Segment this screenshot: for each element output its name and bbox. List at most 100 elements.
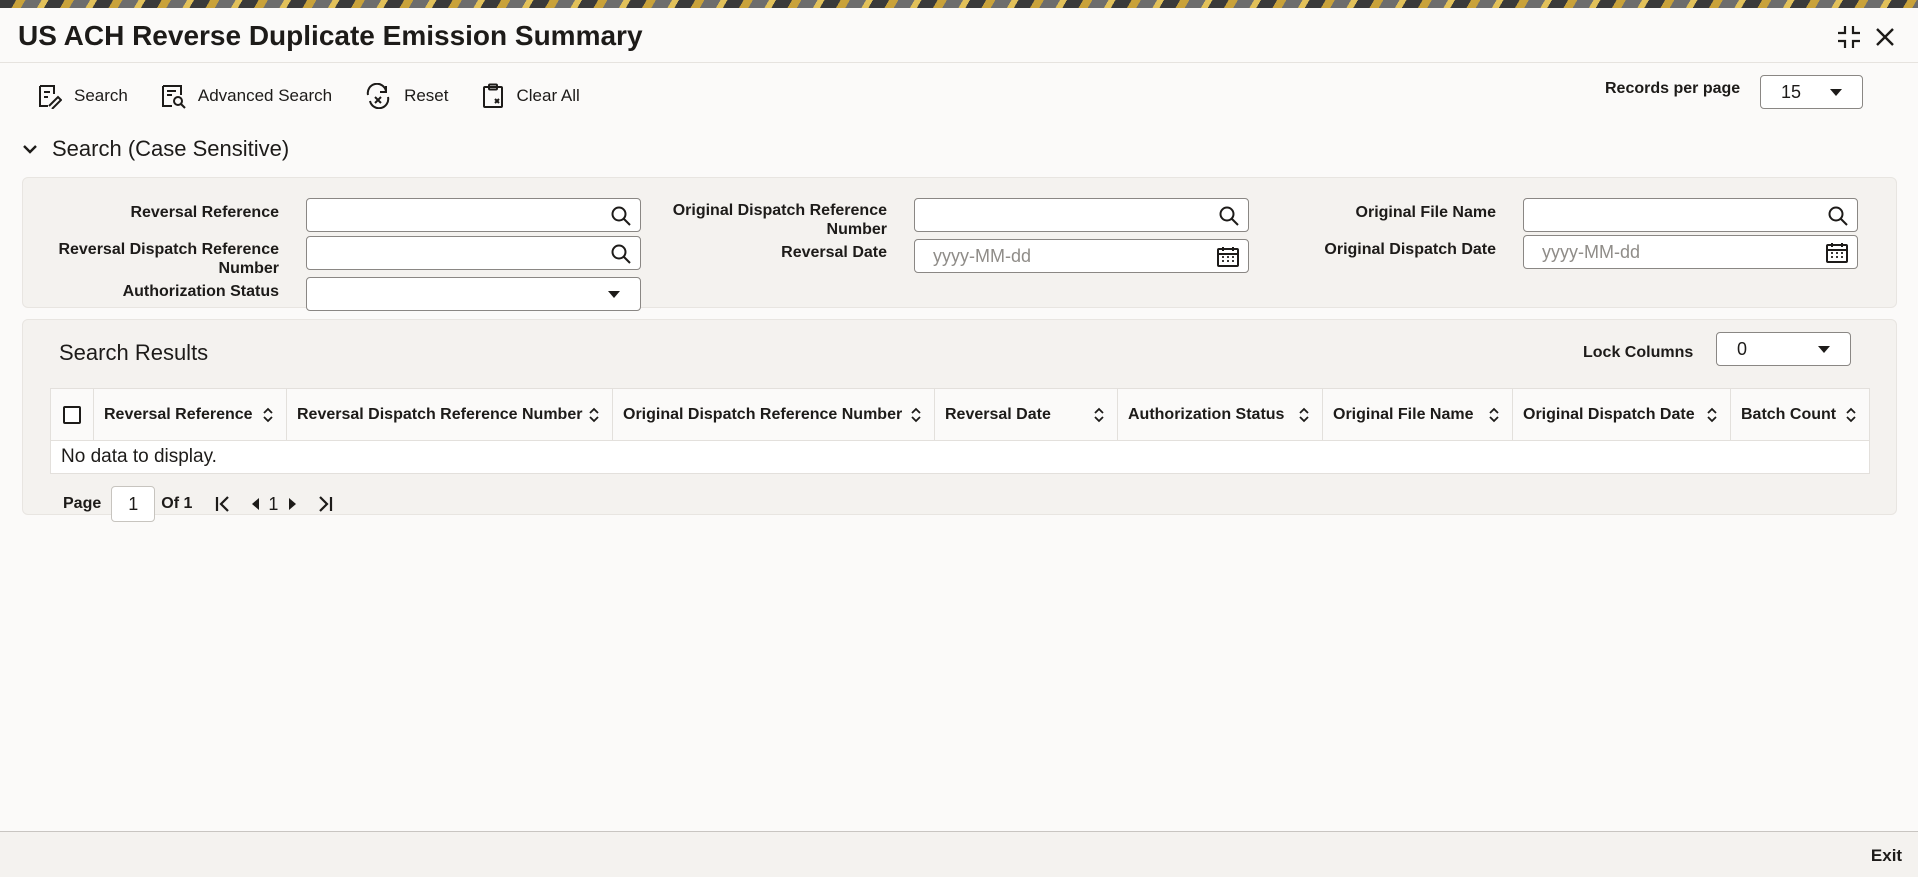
page-label: Page	[63, 495, 102, 512]
column-header-label: Authorization Status	[1128, 405, 1285, 423]
column-header-authorization-status[interactable]: Authorization Status	[1118, 389, 1323, 440]
reversal-date-label: Reversal Date	[781, 244, 887, 261]
column-header-label: Original Dispatch Date	[1523, 405, 1695, 423]
search-icon[interactable]	[610, 243, 632, 270]
original-dispatch-reference-number-text[interactable]	[933, 204, 1193, 226]
window-top-strip	[0, 0, 1918, 8]
results-grid: Reversal Reference Reversal Dispatch Ref…	[50, 388, 1870, 474]
original-dispatch-reference-number-input[interactable]	[914, 198, 1249, 232]
select-all-checkbox[interactable]	[63, 405, 81, 424]
sort-icon[interactable]	[1488, 407, 1500, 423]
reset-label: Reset	[404, 86, 449, 105]
lock-columns-select[interactable]: 0	[1716, 332, 1851, 366]
original-file-name-text[interactable]	[1542, 204, 1802, 226]
records-per-page-select[interactable]: 15	[1760, 75, 1863, 109]
select-all-cell	[51, 389, 94, 440]
original-file-name-label: Original File Name	[1355, 204, 1496, 221]
column-header-batch-count[interactable]: Batch Count	[1731, 389, 1869, 440]
lock-columns-label: Lock Columns	[1583, 344, 1694, 361]
label-line: Original Dispatch Reference	[672, 202, 887, 219]
reversal-dispatch-reference-number-input[interactable]	[306, 236, 641, 270]
advanced-search-button[interactable]: Advanced Search	[160, 83, 332, 109]
sort-icon[interactable]	[1298, 407, 1310, 423]
search-results-title: Search Results	[59, 340, 209, 365]
label-line: Number	[218, 260, 279, 277]
summary-window: US ACH Reverse Duplicate Emission Summar…	[0, 8, 1918, 877]
clear-all-button[interactable]: Clear All	[481, 83, 580, 109]
search-button[interactable]: Search	[36, 83, 128, 109]
reversal-dispatch-reference-number-label: Reversal Dispatch Reference Number	[43, 240, 279, 278]
reset-button[interactable]: Reset	[364, 83, 449, 109]
sort-icon[interactable]	[1093, 407, 1105, 423]
column-header-original-file-name[interactable]: Original File Name	[1323, 389, 1513, 440]
calendar-icon[interactable]	[1216, 246, 1240, 273]
toolbar: Search Advanced Search Reset Clear All	[36, 78, 580, 114]
column-header-label: Original File Name	[1333, 405, 1474, 423]
reversal-reference-text[interactable]	[325, 204, 585, 226]
sort-icon[interactable]	[588, 407, 600, 423]
column-header-original-dispatch-reference-number[interactable]: Original Dispatch Reference Number	[613, 389, 935, 440]
last-page-icon[interactable]	[316, 495, 334, 513]
reversal-dispatch-reference-number-text[interactable]	[325, 242, 585, 264]
sort-icon[interactable]	[1706, 407, 1718, 423]
column-header-label: Original Dispatch Reference Number	[623, 405, 903, 423]
clear-all-label: Clear All	[516, 86, 580, 105]
calendar-icon[interactable]	[1825, 242, 1849, 269]
records-per-page-value: 15	[1781, 81, 1802, 102]
reversal-reference-input[interactable]	[306, 198, 641, 232]
close-icon[interactable]	[1870, 22, 1900, 52]
authorization-status-label: Authorization Status	[122, 283, 279, 300]
search-section-toggle[interactable]: Search (Case Sensitive)	[22, 136, 289, 162]
lock-columns-value: 0	[1737, 338, 1748, 359]
page-title: US ACH Reverse Duplicate Emission Summar…	[18, 20, 643, 51]
search-button-label: Search	[74, 86, 128, 105]
original-dispatch-date-text[interactable]	[1542, 241, 1802, 263]
exit-button[interactable]: Exit	[1855, 841, 1918, 871]
column-header-label: Batch Count	[1741, 405, 1837, 423]
sort-icon[interactable]	[262, 407, 274, 423]
original-file-name-input[interactable]	[1523, 198, 1858, 232]
column-header-reversal-date[interactable]: Reversal Date	[935, 389, 1118, 440]
collapse-icon[interactable]	[1834, 22, 1864, 52]
search-icon[interactable]	[610, 205, 632, 232]
column-header-original-dispatch-date[interactable]: Original Dispatch Date	[1513, 389, 1731, 440]
label-line: Number	[826, 221, 887, 238]
reversal-reference-label: Reversal Reference	[130, 204, 279, 221]
search-icon[interactable]	[1218, 205, 1240, 232]
reversal-date-input[interactable]	[914, 239, 1249, 273]
reset-icon	[366, 83, 390, 109]
records-per-page-label: Records per page	[1605, 80, 1741, 97]
next-page-icon[interactable]	[288, 496, 298, 512]
first-page-icon[interactable]	[214, 495, 232, 513]
sort-icon[interactable]	[1845, 407, 1857, 423]
chevron-down-icon	[1830, 89, 1842, 96]
grid-header-row: Reversal Reference Reversal Dispatch Ref…	[51, 389, 1869, 441]
chevron-down-icon	[1818, 346, 1830, 353]
search-doc-icon	[39, 85, 62, 109]
page-number-input[interactable]: 1	[111, 486, 156, 522]
original-dispatch-date-input[interactable]	[1523, 235, 1858, 269]
search-criteria-panel: Reversal Reference Reversal Dispatch Ref…	[22, 177, 1897, 311]
search-icon[interactable]	[1827, 205, 1849, 232]
clipboard-icon	[482, 83, 503, 108]
footer-bar	[0, 832, 1918, 877]
column-header-label: Reversal Dispatch Reference Number	[297, 405, 583, 423]
column-header-label: Reversal Reference	[104, 405, 253, 423]
sort-icon[interactable]	[910, 407, 922, 423]
title-divider	[0, 62, 1918, 63]
page-indicator: 1	[268, 493, 279, 514]
advanced-search-label: Advanced Search	[197, 86, 333, 105]
column-header-reversal-dispatch-reference-number[interactable]: Reversal Dispatch Reference Number	[287, 389, 613, 440]
search-section-title: Search (Case Sensitive)	[52, 136, 290, 161]
column-header-reversal-reference[interactable]: Reversal Reference	[94, 389, 287, 440]
page-count-label: Of 1	[161, 495, 193, 512]
chevron-down-icon	[608, 291, 620, 298]
reversal-date-text[interactable]	[933, 245, 1193, 267]
original-dispatch-date-label: Original Dispatch Date	[1324, 241, 1496, 258]
authorization-status-select[interactable]	[306, 277, 641, 311]
chevron-down-icon	[23, 145, 37, 154]
original-dispatch-reference-number-label: Original Dispatch Reference Number	[653, 201, 887, 239]
advanced-search-icon	[161, 85, 186, 109]
empty-message: No data to display.	[61, 446, 217, 467]
previous-page-icon[interactable]	[250, 496, 260, 512]
